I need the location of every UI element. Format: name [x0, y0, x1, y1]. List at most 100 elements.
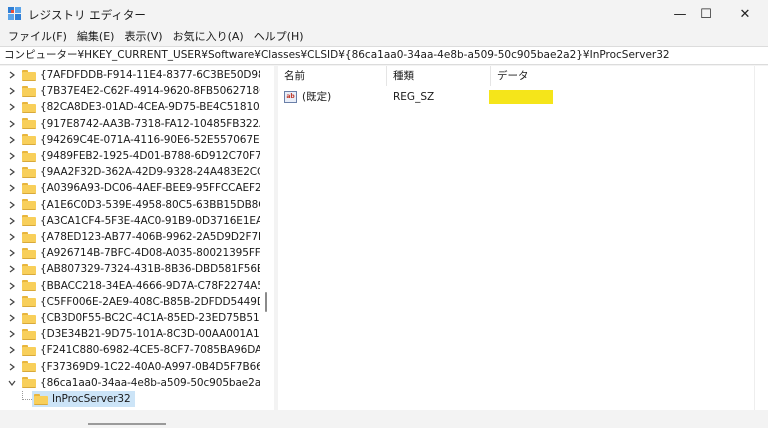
tree-item-label: InProcServer32: [52, 393, 131, 405]
close-button[interactable]: ✕: [722, 0, 768, 28]
tree-item[interactable]: {9489FEB2-1925-4D01-B788-6D912C70F7F2}: [0, 148, 260, 164]
tree-item-label: {A926714B-7BFC-4D08-A035-80021395FFA8}: [40, 247, 260, 260]
chevron-right-icon[interactable]: [8, 264, 16, 274]
close-icon: ✕: [739, 6, 751, 22]
folder-icon: [22, 101, 36, 113]
tree-item-label: {C5FF006E-2AE9-408C-B85B-2DFDD5449D9C}: [40, 295, 260, 308]
chevron-right-icon[interactable]: [8, 313, 16, 323]
chevron-right-icon[interactable]: [8, 86, 16, 96]
tree-item-label: {9489FEB2-1925-4D01-B788-6D912C70F7F2}: [40, 150, 260, 162]
tree-item-label: {BBACC218-34EA-4666-9D7A-C78F2274A524}: [40, 279, 260, 292]
column-header-type[interactable]: 種類: [387, 66, 491, 86]
tree-item-label: {94269C4E-071A-4116-90E6-52E557067E4E}: [40, 133, 260, 146]
tree-item[interactable]: {917E8742-AA3B-7318-FA12-10485FB322A2}: [0, 116, 260, 132]
tree-item-label: {917E8742-AA3B-7318-FA12-10485FB322A2}: [40, 117, 260, 130]
chevron-right-icon[interactable]: [8, 248, 16, 258]
menu-bar: ファイル(F) 編集(E) 表示(V) お気に入り(A) ヘルプ(H): [0, 28, 768, 46]
tree-item[interactable]: {7B37E4E2-C62F-4914-9620-8FB5062718CC}: [0, 83, 260, 99]
chevron-right-icon[interactable]: [8, 135, 16, 145]
tree-horizontal-scrollbar[interactable]: [0, 410, 260, 428]
chevron-right-icon[interactable]: [8, 281, 16, 291]
value-name: (既定): [302, 91, 332, 103]
tree-item[interactable]: {A3CA1CF4-5F3E-4AC0-91B9-0D3716E1EAC3}: [0, 213, 260, 229]
chevron-right-icon[interactable]: [8, 167, 16, 177]
tree-item[interactable]: {A0396A93-DC06-4AEF-BEE9-95FFCCAEF20E}: [0, 180, 260, 196]
registry-editor-icon: [8, 7, 21, 20]
tree-item[interactable]: {F241C880-6982-4CE5-8CF7-7085BA96DA5A}: [0, 342, 260, 358]
tree-item-label: {A0396A93-DC06-4AEF-BEE9-95FFCCAEF20E}: [40, 182, 260, 195]
tree-item-label: {A1E6C0D3-539E-4958-80C5-63BB15DB8CFB}: [40, 198, 260, 211]
folder-icon: [22, 280, 36, 292]
chevron-right-icon[interactable]: [8, 232, 16, 242]
value-type: REG_SZ: [393, 91, 435, 103]
maximize-icon: ☐: [700, 6, 712, 22]
tree-connector: [22, 391, 32, 400]
folder-icon: [22, 328, 36, 340]
tree-item[interactable]: {F37369D9-1C22-40A0-A997-0B4D5F7B6637}: [0, 359, 260, 375]
tree-item-label: {D3E34B21-9D75-101A-8C3D-00AA001A1652}: [40, 328, 260, 341]
chevron-right-icon[interactable]: [8, 345, 16, 355]
menu-favorites[interactable]: お気に入り(A): [169, 28, 250, 46]
address-bar[interactable]: コンピューター¥HKEY_CURRENT_USER¥Software¥Class…: [0, 46, 768, 65]
tree-item-label: {7AFDFDDB-F914-11E4-8377-6C3BE50D980C}: [40, 69, 260, 81]
folder-icon: [22, 247, 36, 259]
column-header-name[interactable]: 名前: [278, 66, 387, 86]
tree-item[interactable]: {AB807329-7324-431B-8B36-DBD581F56E0B}: [0, 261, 260, 277]
menu-view[interactable]: 表示(V): [120, 28, 168, 46]
values-vertical-scrollbar[interactable]: [754, 66, 768, 410]
chevron-right-icon[interactable]: [8, 70, 16, 80]
tree-item-label: {82CA8DE3-01AD-4CEA-9D75-BE4C51810A9E}: [40, 101, 260, 114]
menu-edit[interactable]: 編集(E): [73, 28, 121, 46]
menu-help[interactable]: ヘルプ(H): [250, 28, 310, 46]
chevron-right-icon[interactable]: [8, 329, 16, 339]
selected-key[interactable]: InProcServer32: [32, 391, 135, 407]
tree-item[interactable]: {D3E34B21-9D75-101A-8C3D-00AA001A1652}: [0, 326, 260, 342]
chevron-right-icon[interactable]: [8, 216, 16, 226]
folder-icon: [22, 118, 36, 130]
value-row[interactable]: ab (既定) REG_SZ: [278, 88, 754, 106]
chevron-right-icon[interactable]: [8, 362, 16, 372]
tree-vertical-scrollbar[interactable]: [260, 66, 274, 410]
chevron-right-icon[interactable]: [8, 200, 16, 210]
tree-item[interactable]: {9AA2F32D-362A-42D9-9328-24A483E2CCC3}: [0, 164, 260, 180]
tree-item[interactable]: {86ca1aa0-34aa-4e8b-a509-50c905bae2a2}: [0, 375, 260, 391]
tree-item[interactable]: {A926714B-7BFC-4D08-A035-80021395FFA8}: [0, 245, 260, 261]
tree-item[interactable]: {82CA8DE3-01AD-4CEA-9D75-BE4C51810A9E}: [0, 99, 260, 115]
tree-hscroll-thumb[interactable]: [88, 423, 166, 425]
tree-item-label: {CB3D0F55-BC2C-4C1A-85ED-23ED75B5106B}: [40, 312, 260, 324]
tree-item-label: {AB807329-7324-431B-8B36-DBD581F56E0B}: [40, 263, 260, 276]
data-highlight-mark: [489, 90, 553, 104]
folder-icon: [22, 312, 36, 324]
folder-icon: [22, 263, 36, 275]
folder-icon: [22, 344, 36, 356]
tree-item-label: {7B37E4E2-C62F-4914-9620-8FB5062718CC}: [40, 85, 260, 98]
column-header-data[interactable]: データ: [491, 66, 754, 86]
window-title: レジストリ エディター: [28, 8, 146, 22]
tree-item-label: {A78ED123-AB77-406B-9962-2A5D9D2F7F30}: [40, 231, 260, 243]
chevron-right-icon[interactable]: [8, 119, 16, 129]
tree-item[interactable]: {7AFDFDDB-F914-11E4-8377-6C3BE50D980C}: [0, 67, 260, 83]
folder-icon: [22, 199, 36, 211]
tree-item[interactable]: {C5FF006E-2AE9-408C-B85B-2DFDD5449D9C}: [0, 294, 260, 310]
chevron-right-icon[interactable]: [8, 297, 16, 307]
chevron-right-icon[interactable]: [8, 102, 16, 112]
menu-file[interactable]: ファイル(F): [4, 28, 73, 46]
folder-open-icon: [34, 393, 48, 405]
tree-item[interactable]: {A78ED123-AB77-406B-9962-2A5D9D2F7F30}: [0, 229, 260, 245]
tree-item[interactable]: {BBACC218-34EA-4666-9D7A-C78F2274A524}: [0, 278, 260, 294]
folder-icon: [22, 361, 36, 373]
chevron-right-icon[interactable]: [8, 151, 16, 161]
tree-scroll-thumb[interactable]: [265, 292, 267, 312]
tree-item-label: {F37369D9-1C22-40A0-A997-0B4D5F7B6637}: [40, 360, 260, 373]
string-value-icon: ab: [284, 91, 297, 103]
tree-item-selected[interactable]: InProcServer32: [0, 391, 260, 407]
folder-icon: [22, 182, 36, 194]
folder-icon: [22, 215, 36, 227]
folder-icon: [22, 69, 36, 81]
tree-item[interactable]: {94269C4E-071A-4116-90E6-52E557067E4E}: [0, 132, 260, 148]
tree-item[interactable]: {CB3D0F55-BC2C-4C1A-85ED-23ED75B5106B}: [0, 310, 260, 326]
tree-item-label: {F241C880-6982-4CE5-8CF7-7085BA96DA5A}: [40, 344, 260, 357]
chevron-right-icon[interactable]: [8, 183, 16, 193]
tree-item[interactable]: {A1E6C0D3-539E-4958-80C5-63BB15DB8CFB}: [0, 197, 260, 213]
chevron-down-icon[interactable]: [8, 378, 16, 388]
